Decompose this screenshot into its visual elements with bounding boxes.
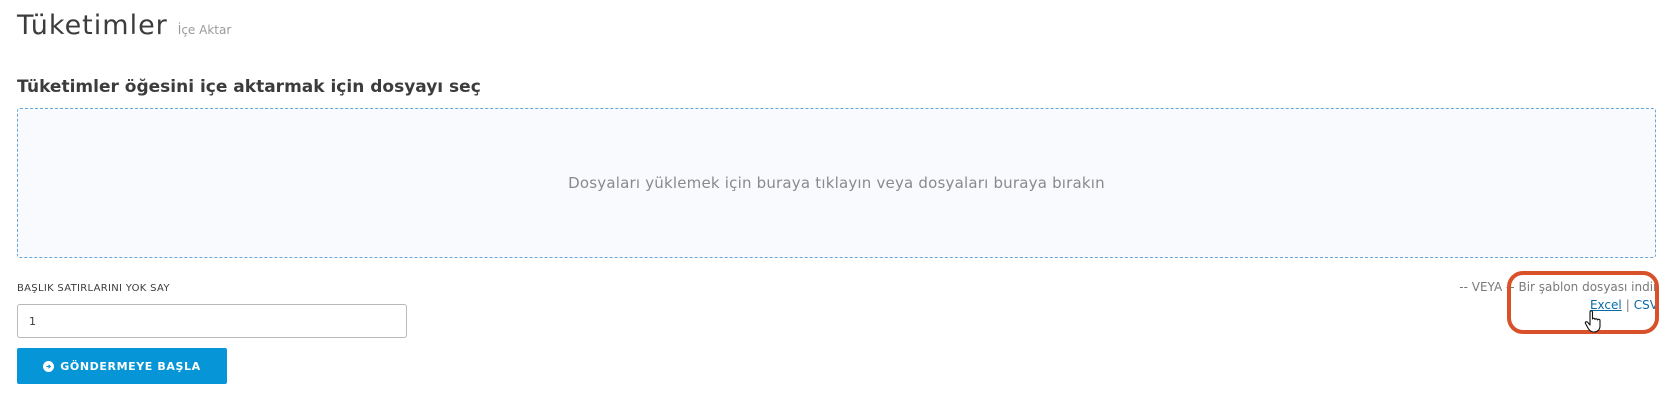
- csv-template-link[interactable]: CSV: [1634, 298, 1658, 312]
- hand-cursor-icon: [1584, 310, 1601, 333]
- skip-header-input[interactable]: [17, 304, 407, 338]
- page-subtitle: İçe Aktar: [177, 23, 232, 37]
- template-download: -- VEYA -- Bir şablon dosyası indir Exce…: [1459, 280, 1658, 312]
- template-links: Excel | CSV: [1459, 298, 1658, 312]
- arrow-circle-icon: [43, 360, 55, 372]
- start-submit-button[interactable]: GÖNDERMEYE BAŞLA: [17, 348, 227, 384]
- page-header: Tüketimler İçe Aktar: [17, 10, 231, 41]
- or-divider-text: -- VEYA --: [1459, 280, 1515, 294]
- dropzone-text: Dosyaları yüklemek için buraya tıklayın …: [568, 174, 1105, 192]
- excel-template-link[interactable]: Excel: [1590, 298, 1622, 312]
- template-download-text: Bir şablon dosyası indir: [1518, 280, 1658, 294]
- skip-header-label: BAŞLIK SATIRLARINI YOK SAY: [17, 283, 170, 294]
- import-heading: Tüketimler öğesini içe aktarmak için dos…: [17, 77, 481, 97]
- import-page: Tüketimler İçe Aktar Tüketimler öğesini …: [0, 0, 1675, 408]
- file-dropzone[interactable]: Dosyaları yüklemek için buraya tıklayın …: [17, 108, 1656, 258]
- link-separator: |: [1625, 298, 1630, 312]
- submit-button-label: GÖNDERMEYE BAŞLA: [60, 359, 201, 373]
- template-line: -- VEYA -- Bir şablon dosyası indir: [1459, 280, 1658, 294]
- page-title: Tüketimler: [17, 10, 168, 41]
